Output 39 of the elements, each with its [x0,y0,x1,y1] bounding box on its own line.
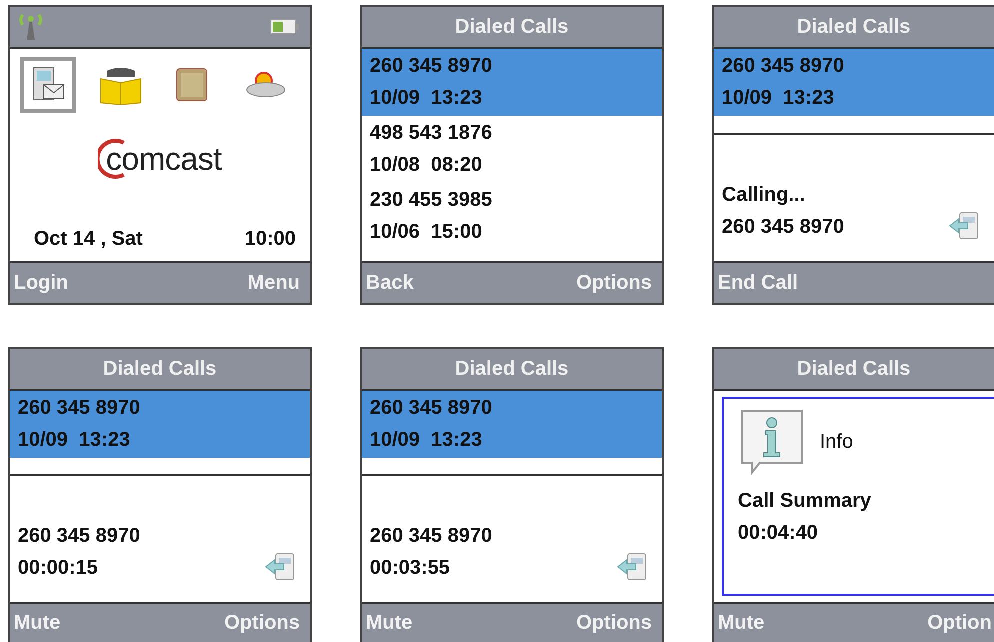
title-bar: Dialed Calls [10,349,310,391]
call-entry[interactable]: 260 345 8970 10/09 13:23 [362,49,662,116]
antenna-signal-icon [18,12,44,42]
left-softkey[interactable]: Mute [718,612,765,634]
call-entry[interactable]: 260 345 8970 10/09 13:23 [10,391,310,458]
call-status-text: 260 345 8970 [18,524,140,549]
title-bar: Dialed Calls [714,7,994,49]
title-bar: Dialed Calls [362,349,662,391]
left-softkey[interactable]: Login [14,272,68,294]
right-softkey[interactable]: Option [928,612,992,634]
date-label: Oct 14 , Sat [34,227,143,252]
summary-text: Call Summary [738,489,872,514]
title-bar: Dialed Calls [714,349,994,391]
menu-tile[interactable] [20,57,76,113]
info-heading: Info [820,430,854,455]
call-status-text: 00:00:15 [18,556,100,581]
call-entry[interactable]: 498 543 1876 10/08 08:20 [362,116,662,183]
call-status-text: 260 345 8970 [370,524,492,549]
call-status-text: 260 345 8970 [722,215,844,240]
battery-icon [270,19,300,35]
right-softkey[interactable]: Options [576,272,652,294]
left-softkey[interactable]: Back [366,272,414,294]
call-status-text: Calling... [722,183,806,208]
phone-book-icon [98,65,143,105]
left-softkey[interactable]: Mute [14,612,61,634]
call-entry[interactable]: 260 345 8970 10/09 13:23 [362,391,662,458]
call-entry[interactable]: 260 345 8970 10/09 13:23 [714,49,994,116]
weather-icon [244,70,288,100]
logo: comcast [98,139,222,179]
left-softkey[interactable]: End Call [718,272,798,294]
call-status-text: 00:03:55 [370,556,452,581]
call-entry[interactable]: 230 455 3985 10/06 15:00 [362,183,662,250]
title-bar: Dialed Calls [362,7,662,49]
right-softkey[interactable]: Options [576,612,652,634]
right-softkey[interactable]: Menu [248,272,300,294]
left-softkey[interactable]: Mute [366,612,413,634]
time-label: 10:00 [244,227,296,252]
summary-text: 00:04:40 [738,521,820,546]
right-softkey[interactable]: Options [224,612,300,634]
